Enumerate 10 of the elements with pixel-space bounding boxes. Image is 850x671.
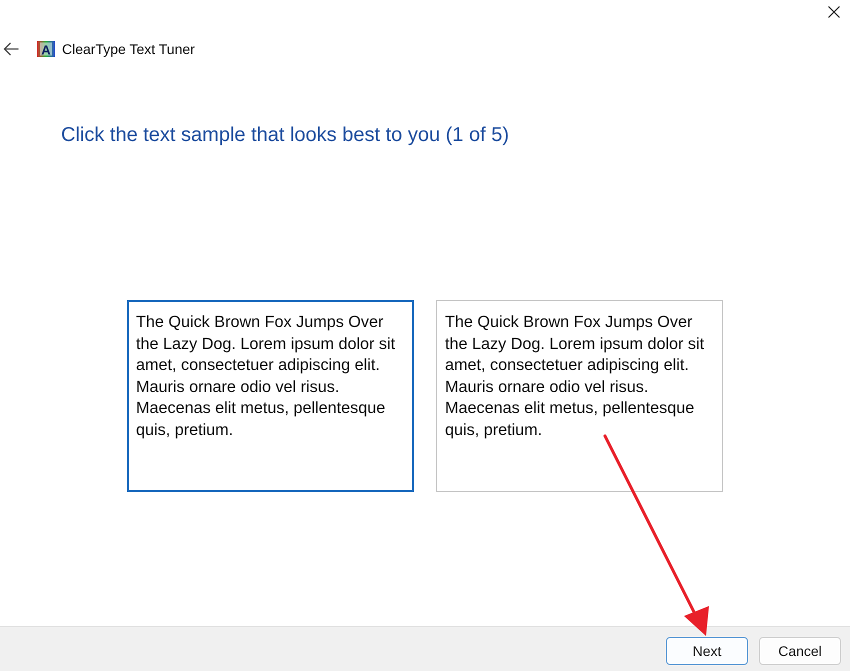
app-icon: A <box>37 41 55 57</box>
instruction-heading: Click the text sample that looks best to you (1 of 5) <box>61 123 509 148</box>
back-button[interactable] <box>3 42 19 56</box>
close-icon <box>828 6 840 18</box>
footer-button[interactable]: Next <box>666 637 748 665</box>
text-sample-option[interactable]: The Quick Brown Fox Jumps Over the Lazy Dog. Lorem ipsum dolor sit amet, consectetuer adipiscing elit. Mauris ornare odio vel risus. Maecenas elit metus, pellentesque quis, pretium. <box>127 300 414 492</box>
text-sample-option[interactable]: The Quick Brown Fox Jumps Over the Lazy Dog. Lorem ipsum dolor sit amet, consectetuer adipiscing elit. Mauris ornare odio vel risus. Maecenas elit metus, pellentesque quis, pretium. <box>436 300 723 492</box>
back-arrow-icon <box>3 42 19 56</box>
window-title: ClearType Text Tuner <box>62 41 195 57</box>
footer-button[interactable]: Cancel <box>759 637 841 665</box>
